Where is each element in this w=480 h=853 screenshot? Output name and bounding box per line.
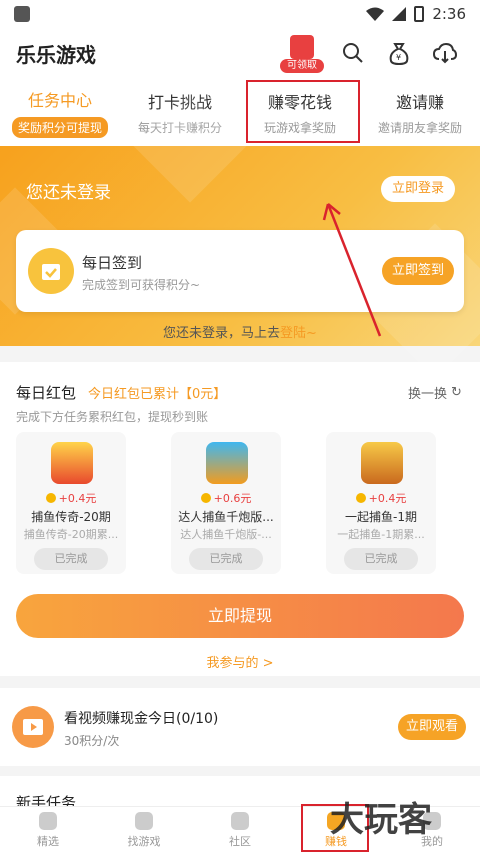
redpacket-title: 每日红包 bbox=[16, 384, 77, 402]
game-reward: +0.6元 bbox=[213, 492, 252, 505]
login-hint-text: 您还未登录，马上去 bbox=[163, 326, 281, 341]
game-name: 捕鱼传奇-20期 bbox=[31, 510, 111, 524]
game-name: 一起捕鱼-1期 bbox=[345, 510, 417, 524]
game-name: 达人捕鱼千炮版... bbox=[178, 510, 274, 524]
refresh-label: 换一换 bbox=[408, 387, 448, 402]
login-button[interactable]: 立即登录 bbox=[381, 176, 455, 202]
download-button[interactable] bbox=[426, 34, 464, 72]
search-button[interactable] bbox=[334, 34, 372, 72]
svg-text:¥: ¥ bbox=[396, 53, 401, 62]
app-title: 乐乐游戏 bbox=[16, 42, 96, 67]
star-icon bbox=[39, 811, 57, 830]
game-status: 已完成 bbox=[189, 548, 263, 570]
top-tabs: 任务中心 奖励积分可提现 打卡挑战 每天打卡赚积分 赚零花钱 玩游戏拿奖励 邀请… bbox=[0, 78, 480, 146]
annotation-arrow bbox=[322, 203, 382, 337]
video-task-subtitle: 30积分/次 bbox=[64, 734, 120, 748]
game-status: 已完成 bbox=[344, 548, 418, 570]
withdraw-button[interactable]: 立即提现 bbox=[16, 594, 464, 638]
signin-subtitle: 完成签到可获得积分~ bbox=[82, 278, 201, 292]
gift-icon bbox=[290, 35, 314, 59]
status-time: 2:36 bbox=[432, 5, 466, 23]
refresh-icon: ↻ bbox=[451, 385, 462, 400]
game-subtitle: 达人捕鱼千炮版-... bbox=[180, 528, 272, 541]
signal-icon bbox=[392, 7, 407, 21]
gift-tag: 可领取 bbox=[280, 59, 324, 73]
battery-icon bbox=[414, 6, 425, 22]
game-icon bbox=[206, 442, 248, 484]
game-card[interactable]: +0.4元 一起捕鱼-1期 一起捕鱼-1期累... 已完成 bbox=[326, 432, 436, 574]
tab-task-center[interactable]: 任务中心 奖励积分可提现 bbox=[0, 78, 120, 146]
signin-button[interactable]: 立即签到 bbox=[382, 257, 454, 285]
login-link[interactable]: 登陆~ bbox=[280, 326, 317, 341]
game-icon bbox=[51, 442, 93, 484]
gamepad-icon bbox=[135, 811, 153, 830]
chat-icon bbox=[231, 811, 249, 830]
nav-featured[interactable]: 精选 bbox=[0, 807, 96, 853]
game-reward: +0.4元 bbox=[58, 492, 97, 505]
wallet-button[interactable]: ¥ bbox=[380, 34, 418, 72]
game-status: 已完成 bbox=[34, 548, 108, 570]
game-subtitle: 捕鱼传奇-20期累... bbox=[23, 528, 119, 541]
daily-signin-card: 每日签到 完成签到可获得积分~ 立即签到 bbox=[16, 230, 464, 312]
login-hint: 您还未登录，马上去登陆~ bbox=[0, 322, 480, 341]
signin-title: 每日签到 bbox=[82, 254, 143, 272]
refresh-button[interactable]: 换一换 ↻ bbox=[408, 383, 462, 402]
calendar-check-icon bbox=[28, 248, 74, 294]
tab-sub: 奖励积分可提现 bbox=[11, 116, 108, 138]
money-bag-icon: ¥ bbox=[389, 43, 409, 65]
coin-icon bbox=[355, 493, 366, 503]
my-participation-link[interactable]: 我参与的 > bbox=[0, 652, 480, 671]
status-bar: 2:36 bbox=[0, 0, 480, 28]
redpacket-accumulated: 今日红包已累计【0元】 bbox=[88, 387, 227, 402]
watermark: 大玩客 bbox=[330, 800, 432, 840]
coin-icon bbox=[200, 493, 211, 503]
game-reward: +0.4元 bbox=[368, 492, 407, 505]
tab-label: 任务中心 bbox=[27, 90, 92, 110]
watch-now-button[interactable]: 立即观看 bbox=[398, 714, 466, 740]
coin-icon bbox=[45, 493, 56, 503]
cloud-download-icon bbox=[433, 42, 457, 64]
game-card[interactable]: +0.4元 捕鱼传奇-20期 捕鱼传奇-20期累... 已完成 bbox=[16, 432, 126, 574]
nav-community[interactable]: 社区 bbox=[192, 807, 288, 853]
nav-find-games[interactable]: 找游戏 bbox=[96, 807, 192, 853]
annotation-highlight-box bbox=[246, 80, 360, 143]
game-icon bbox=[361, 442, 403, 484]
game-subtitle: 一起捕鱼-1期累... bbox=[337, 528, 425, 541]
video-task-title: 看视频赚现金今日(0/10) bbox=[64, 711, 219, 727]
game-card[interactable]: +0.6元 达人捕鱼千炮版... 达人捕鱼千炮版-... 已完成 bbox=[171, 432, 281, 574]
tab-invite[interactable]: 邀请赚 邀请朋友拿奖励 bbox=[360, 78, 480, 146]
notification-icon bbox=[14, 6, 30, 22]
video-icon bbox=[12, 706, 54, 748]
search-icon bbox=[343, 43, 363, 63]
wifi-icon bbox=[366, 7, 385, 21]
nav-label: 社区 bbox=[229, 834, 251, 848]
gift-button[interactable]: 可领取 bbox=[280, 33, 326, 73]
tab-sub: 邀请朋友拿奖励 bbox=[377, 120, 462, 135]
redpacket-description: 完成下方任务累积红包，提现秒到账 bbox=[16, 410, 209, 424]
app-header: 乐乐游戏 可领取 ¥ bbox=[0, 28, 480, 78]
tab-label: 邀请赚 bbox=[395, 92, 444, 112]
nav-label: 精选 bbox=[37, 834, 59, 848]
not-logged-text: 您还未登录 bbox=[26, 183, 111, 203]
nav-label: 找游戏 bbox=[127, 834, 161, 848]
